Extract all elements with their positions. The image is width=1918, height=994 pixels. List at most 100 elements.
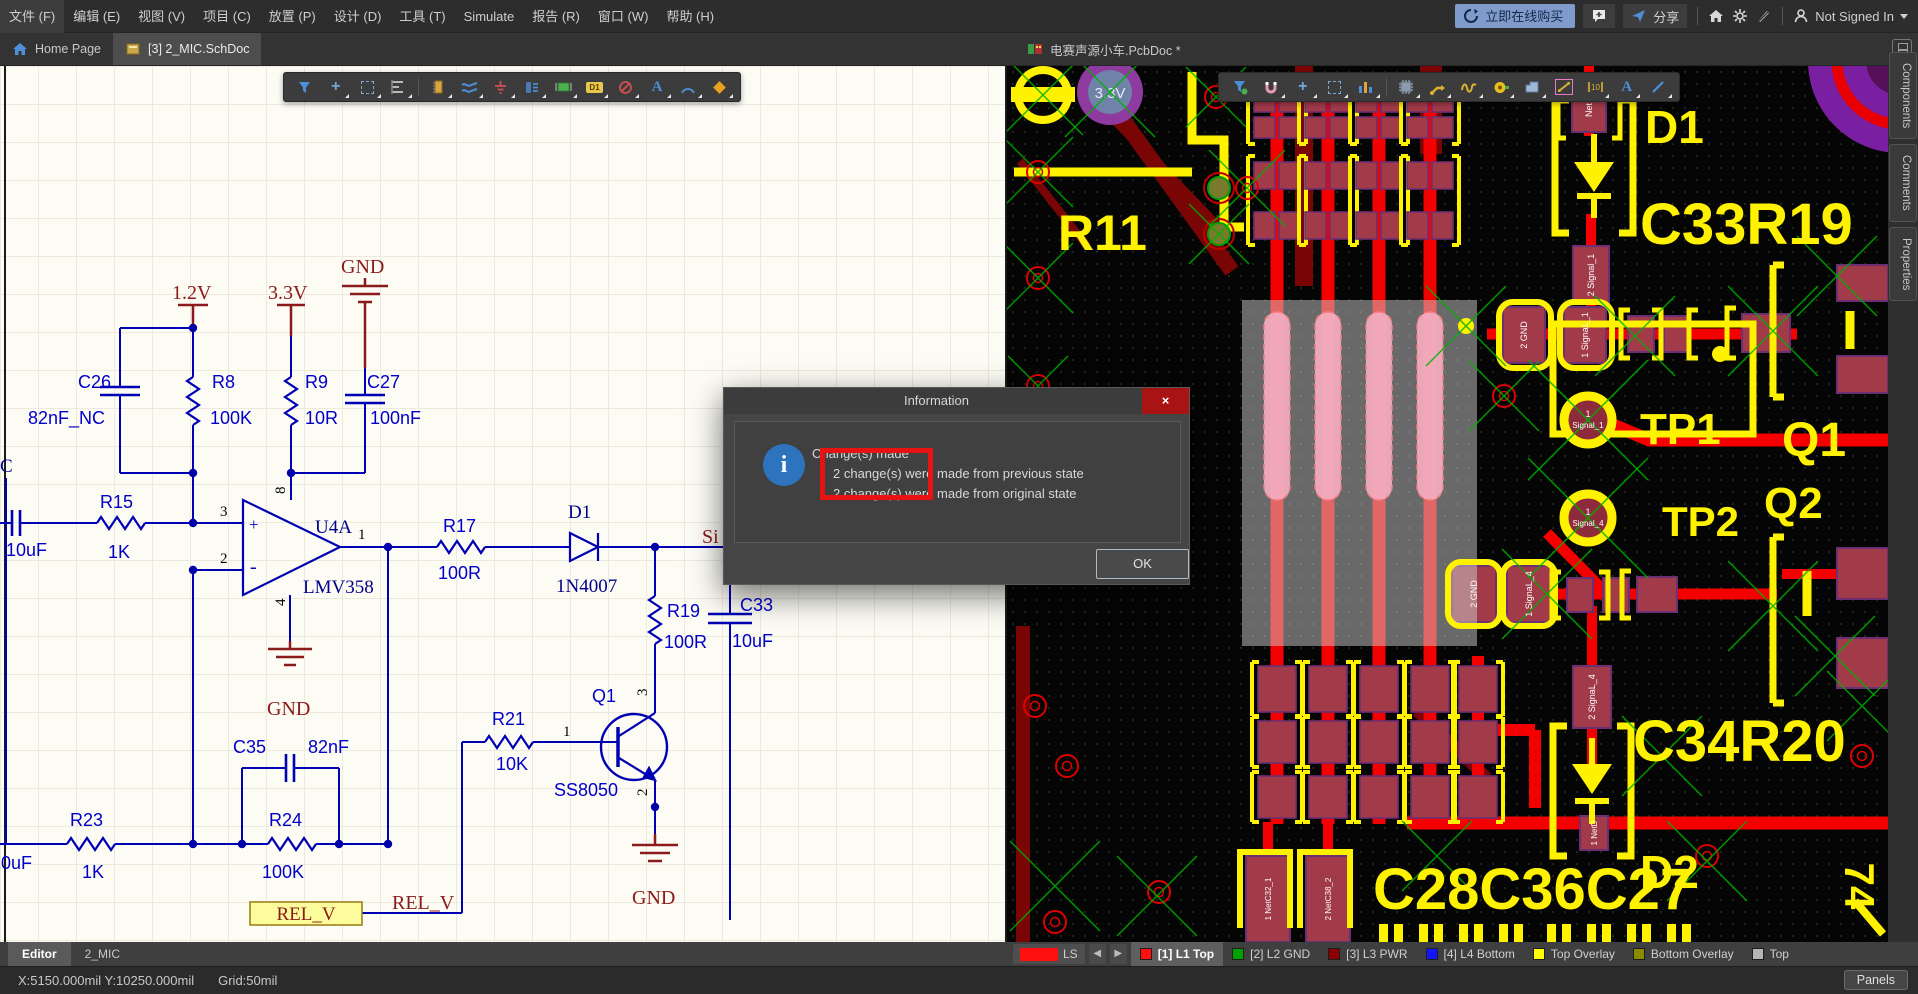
menu-item-design[interactable]: 设计 (D) bbox=[325, 0, 391, 33]
label-1V2: 1.2V bbox=[172, 282, 212, 304]
layer-tab-top-overlay[interactable]: Top Overlay bbox=[1524, 942, 1624, 966]
menu-item-edit[interactable]: 编辑 (E) bbox=[64, 0, 129, 33]
panel-tab-components[interactable]: Components bbox=[1889, 52, 1917, 139]
panel-tab-properties[interactable]: Properties bbox=[1889, 227, 1917, 301]
res-R21[interactable] bbox=[485, 736, 533, 748]
panel-tab-comments[interactable]: Comments bbox=[1889, 144, 1917, 222]
dialog-close-button[interactable]: × bbox=[1142, 388, 1189, 414]
menu-item-view[interactable]: 视图 (V) bbox=[129, 0, 194, 33]
route-tool-icon[interactable] bbox=[1423, 75, 1453, 99]
menu-item-place[interactable]: 放置 (P) bbox=[260, 0, 325, 33]
transistor-Q1[interactable] bbox=[601, 714, 667, 780]
svg-text:1 NetD: 1 NetD bbox=[1590, 820, 1599, 845]
dialog-title[interactable]: Information bbox=[724, 388, 1189, 414]
layer-scroll-right-button[interactable]: ▶ bbox=[1110, 944, 1127, 964]
res-R8[interactable] bbox=[187, 377, 199, 425]
layer-tab--1-l1-top[interactable]: [1] L1 Top bbox=[1131, 942, 1223, 966]
home-icon[interactable] bbox=[1708, 8, 1724, 24]
res-R15[interactable] bbox=[97, 517, 145, 529]
svg-text:C33: C33 bbox=[740, 595, 773, 615]
menu-item-simulate[interactable]: Simulate bbox=[455, 0, 524, 33]
cap-C35[interactable] bbox=[286, 754, 294, 782]
place-sheet-entry-icon[interactable] bbox=[518, 75, 547, 99]
filter-tool-icon[interactable] bbox=[290, 75, 319, 99]
board-insight-icon[interactable] bbox=[1351, 75, 1381, 99]
tab-schdoc[interactable]: [3] 2_MIC.SchDoc bbox=[113, 33, 261, 65]
layer-tab-top[interactable]: Top bbox=[1743, 942, 1798, 966]
schdoc-tab-label: [3] 2_MIC.SchDoc bbox=[148, 42, 249, 56]
tab-pcbdoc[interactable]: 电赛声源小车.PcbDoc * bbox=[1015, 33, 1193, 65]
res-R23[interactable] bbox=[67, 838, 115, 850]
label-C34R20: C34R20 bbox=[1633, 709, 1846, 774]
pen-slash-icon[interactable] bbox=[1756, 8, 1772, 24]
document-tab-bar: Home Page [3] 2_MIC.SchDoc 电赛声源小车.PcbDoc… bbox=[0, 33, 1918, 66]
tune-length-icon[interactable] bbox=[1454, 75, 1484, 99]
interactive-route-selected-icon[interactable] bbox=[1549, 75, 1579, 99]
move-tool-icon[interactable]: + bbox=[1288, 75, 1318, 99]
tab-home-page[interactable]: Home Page bbox=[0, 33, 113, 65]
place-pad-icon[interactable] bbox=[1486, 75, 1516, 99]
signin-menu[interactable]: Not Signed In bbox=[1793, 8, 1908, 24]
svg-text:4: 4 bbox=[273, 598, 289, 606]
menu-item-help[interactable]: 帮助 (H) bbox=[657, 0, 723, 33]
label-gnd-mid: GND bbox=[267, 698, 310, 720]
menu-item-window[interactable]: 窗口 (W) bbox=[589, 0, 658, 33]
components[interactable] bbox=[12, 377, 752, 850]
cap-C27[interactable] bbox=[345, 395, 385, 403]
filter-tool-icon[interactable] bbox=[1225, 75, 1255, 99]
place-string-icon[interactable]: A bbox=[1612, 75, 1642, 99]
dimension-tool-icon[interactable]: 10 bbox=[1580, 75, 1610, 99]
panels-button[interactable]: Panels bbox=[1844, 970, 1908, 990]
select-tool-icon[interactable] bbox=[352, 75, 381, 99]
cap-input[interactable] bbox=[12, 510, 20, 536]
share-button[interactable]: 分享 bbox=[1623, 4, 1687, 28]
svg-text:Signal_1: Signal_1 bbox=[1572, 421, 1604, 430]
menu-item-reports[interactable]: 报告 (R) bbox=[523, 0, 589, 33]
place-part-icon[interactable] bbox=[424, 75, 453, 99]
snap-magnet-icon[interactable] bbox=[1257, 75, 1287, 99]
buy-online-button[interactable]: 立即在线购买 bbox=[1455, 4, 1575, 28]
layer-tab--3-l3-pwr[interactable]: [3] L3 PWR bbox=[1319, 942, 1416, 966]
layer-tab-label: Top Overlay bbox=[1551, 947, 1615, 961]
layer-color-swatch bbox=[1328, 948, 1340, 960]
layer-tab-bottom-overlay[interactable]: Bottom Overlay bbox=[1624, 942, 1743, 966]
menu-item-tools[interactable]: 工具 (T) bbox=[390, 0, 454, 33]
port-REL_V[interactable]: REL_V bbox=[250, 902, 362, 925]
move-tool-icon[interactable]: + bbox=[321, 75, 350, 99]
layer-set-chip[interactable]: LS bbox=[1013, 944, 1085, 964]
layer-tab--2-l2-gnd[interactable]: [2] L2 GND bbox=[1223, 942, 1319, 966]
tab-2mic[interactable]: 2_MIC bbox=[71, 942, 134, 966]
pcbdoc-icon bbox=[1027, 41, 1043, 57]
gear-icon[interactable] bbox=[1732, 8, 1748, 24]
res-R9[interactable] bbox=[285, 377, 297, 425]
res-R19[interactable] bbox=[649, 596, 661, 644]
place-arc-icon[interactable] bbox=[674, 75, 703, 99]
select-tool-icon[interactable] bbox=[1320, 75, 1350, 99]
diode-D1[interactable] bbox=[570, 533, 598, 561]
place-line-icon[interactable] bbox=[1643, 75, 1673, 99]
place-power-port-icon[interactable] bbox=[486, 75, 515, 99]
place-junction-icon[interactable] bbox=[705, 75, 734, 99]
layer-scroll-left-button[interactable]: ◀ bbox=[1089, 944, 1106, 964]
dragged-component-ghost[interactable] bbox=[1242, 300, 1477, 646]
cap-C33[interactable] bbox=[708, 614, 752, 623]
ok-button[interactable]: OK bbox=[1096, 549, 1189, 579]
layer-tab-label: [3] L3 PWR bbox=[1346, 947, 1407, 961]
place-text-icon[interactable]: A bbox=[642, 75, 671, 99]
place-polygon-icon[interactable] bbox=[1517, 75, 1547, 99]
place-wire-icon[interactable] bbox=[455, 75, 484, 99]
res-R17[interactable] bbox=[437, 541, 485, 553]
menu-item-file[interactable]: 文件 (F) bbox=[0, 0, 64, 33]
place-sheet-symbol-icon[interactable] bbox=[549, 75, 578, 99]
place-component-icon[interactable] bbox=[1391, 75, 1421, 99]
svg-text:10uF: 10uF bbox=[6, 540, 47, 560]
align-tool-icon[interactable] bbox=[384, 75, 413, 99]
layer-tab--4-l4-bottom[interactable]: [4] L4 Bottom bbox=[1417, 942, 1524, 966]
feedback-button[interactable] bbox=[1583, 4, 1615, 28]
tab-editor[interactable]: Editor bbox=[8, 942, 71, 966]
res-R24[interactable] bbox=[268, 838, 316, 850]
annotate-icon[interactable]: D1 bbox=[580, 75, 609, 99]
comment-plus-icon bbox=[1591, 8, 1607, 24]
no-erc-icon[interactable] bbox=[611, 75, 640, 99]
menu-item-project[interactable]: 项目 (C) bbox=[194, 0, 260, 33]
